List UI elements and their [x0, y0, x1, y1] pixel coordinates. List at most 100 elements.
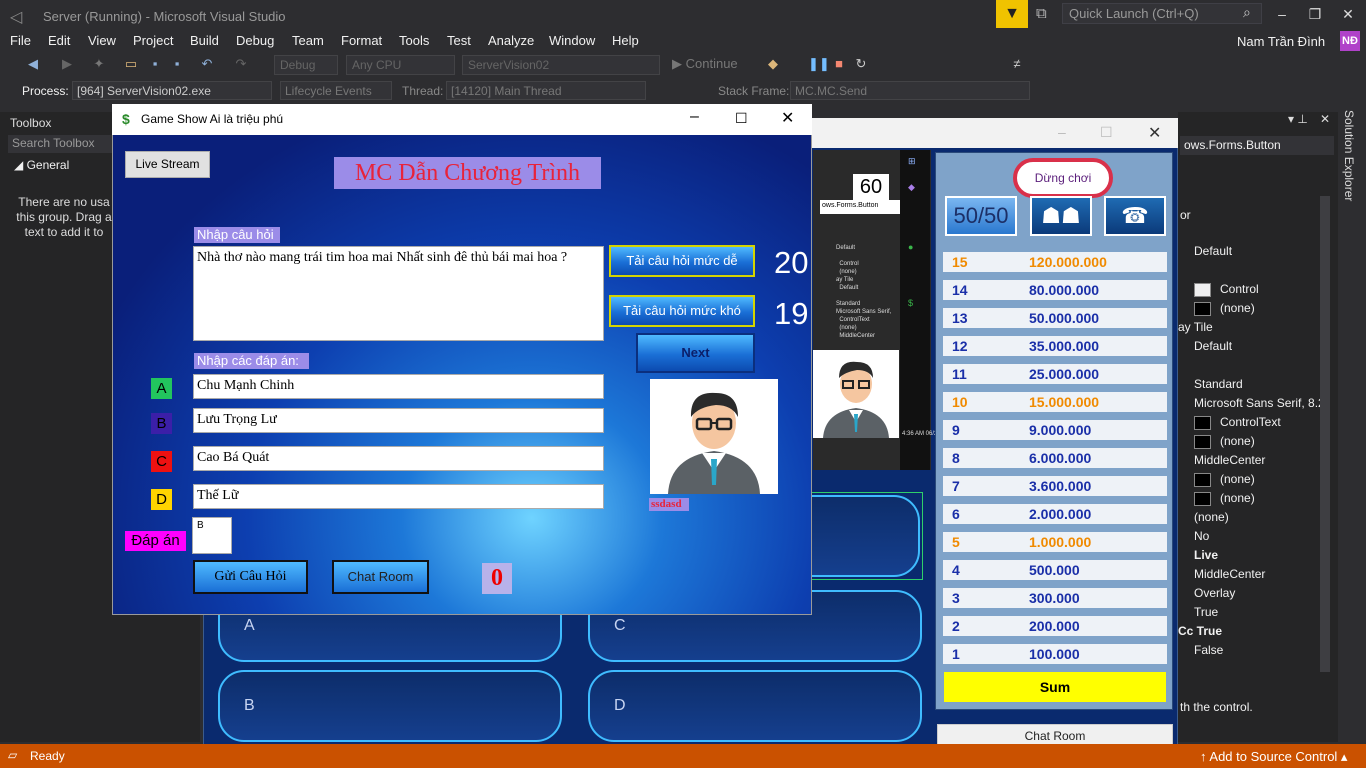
correct-answer-input[interactable]: B: [192, 517, 232, 554]
save-all-icon[interactable]: ▪: [168, 56, 186, 74]
question-input[interactable]: Nhà thơ nào mang trái tim hoa mai Nhất s…: [193, 246, 604, 341]
code-map-icon[interactable]: ≠: [1008, 56, 1026, 74]
solution-explorer-tab[interactable]: Solution Explorer: [1342, 110, 1356, 201]
load-hard-questions-button[interactable]: Tải câu hỏi mức khó: [609, 295, 755, 327]
undo-icon[interactable]: ↶: [198, 56, 216, 74]
toolbox-group-general[interactable]: ◢ General: [14, 158, 69, 172]
quick-launch-input[interactable]: Quick Launch (Ctrl+Q): [1062, 3, 1262, 24]
load-easy-questions-button[interactable]: Tải câu hỏi mức dễ: [609, 245, 755, 277]
property-value[interactable]: Control: [1220, 282, 1350, 296]
property-value[interactable]: MiddleCenter: [1194, 567, 1324, 581]
feedback-icon[interactable]: ⧉: [1036, 5, 1054, 23]
menu-view[interactable]: View: [88, 33, 116, 48]
solution-configuration-select[interactable]: Debug: [274, 55, 338, 75]
search-icon[interactable]: ⌕: [1243, 4, 1251, 21]
restore-icon[interactable]: ❐: [1305, 6, 1325, 24]
option-a-input[interactable]: Chu Mạnh Chinh: [193, 374, 604, 399]
startup-project-select[interactable]: ServerVision02: [462, 55, 660, 75]
menu-debug[interactable]: Debug: [236, 33, 274, 48]
property-value[interactable]: Live: [1194, 548, 1324, 562]
property-value[interactable]: or: [1180, 208, 1310, 222]
properties-close-icon[interactable]: ✕: [1320, 112, 1330, 126]
signed-in-user[interactable]: Nam Trần Đình: [1237, 34, 1325, 49]
preview-vs-icon: ◆: [908, 182, 915, 192]
lifeline-phone-friend-icon[interactable]: ☎: [1104, 196, 1166, 236]
pin-icon[interactable]: ▾ ⊥: [1288, 112, 1308, 126]
property-value[interactable]: Default: [1194, 244, 1324, 258]
continue-button[interactable]: ▶ Continue: [672, 56, 738, 72]
ladder-level: 3: [952, 590, 960, 606]
lifeline-ask-audience-icon[interactable]: ☗☗: [1030, 196, 1092, 236]
option-d-input[interactable]: Thế Lữ: [193, 484, 604, 509]
board-maximize-icon[interactable]: ☐: [1100, 124, 1113, 141]
menu-format[interactable]: Format: [341, 33, 382, 48]
property-value[interactable]: ControlText: [1220, 415, 1350, 429]
option-c-input[interactable]: Cao Bá Quát: [193, 446, 604, 471]
lifeline-fifty-fifty[interactable]: 50/50: [945, 196, 1017, 236]
lifecycle-events-select[interactable]: Lifecycle Events: [280, 81, 392, 100]
thread-select[interactable]: [14120] Main Thread: [446, 81, 646, 100]
property-value[interactable]: (none): [1194, 510, 1324, 524]
stop-playing-button[interactable]: Dừng chơi: [1013, 158, 1113, 198]
menu-team[interactable]: Team: [292, 33, 324, 48]
menu-test[interactable]: Test: [447, 33, 471, 48]
property-value[interactable]: ay Tile: [1178, 320, 1308, 334]
send-question-button[interactable]: Gửi Câu Hỏi: [193, 560, 308, 594]
process-select[interactable]: [964] ServerVision02.exe: [72, 81, 272, 100]
ladder-row: 13 50.000.000: [943, 308, 1167, 328]
property-value[interactable]: (none): [1220, 301, 1350, 315]
stack-frame-select[interactable]: MC.MC.Send: [790, 81, 1030, 100]
next-button[interactable]: Next: [636, 333, 755, 373]
option-b-input[interactable]: Lưu Trọng Lư: [193, 408, 604, 433]
property-value[interactable]: Microsoft Sans Serif, 8.2: [1194, 396, 1324, 410]
property-value[interactable]: No: [1194, 529, 1324, 543]
mc-maximize-icon[interactable]: ☐: [735, 110, 748, 127]
stop-icon[interactable]: ■: [830, 56, 848, 74]
property-value[interactable]: Overlay: [1194, 586, 1324, 600]
properties-scrollbar[interactable]: [1320, 196, 1330, 672]
mc-close-icon[interactable]: ✕: [781, 108, 794, 128]
restart-icon[interactable]: ↻: [852, 56, 870, 74]
attach-icon[interactable]: ◆: [764, 56, 782, 74]
property-value[interactable]: (none): [1220, 472, 1350, 486]
menu-window[interactable]: Window: [549, 33, 595, 48]
pause-icon[interactable]: ❚❚: [808, 56, 830, 74]
property-value[interactable]: True: [1194, 605, 1324, 619]
sum-button[interactable]: Sum: [944, 672, 1166, 702]
redo-icon[interactable]: ↷: [232, 56, 250, 74]
chat-room-button[interactable]: Chat Room: [332, 560, 429, 594]
open-folder-icon[interactable]: ▭: [122, 56, 140, 74]
property-value[interactable]: MiddleCenter: [1194, 453, 1324, 467]
menu-build[interactable]: Build: [190, 33, 219, 48]
property-value[interactable]: (none): [1220, 491, 1350, 505]
menu-analyze[interactable]: Analyze: [488, 33, 534, 48]
property-value[interactable]: (none): [1220, 434, 1350, 448]
notifications-filter-icon[interactable]: ▼: [996, 0, 1028, 28]
properties-object-select[interactable]: ows.Forms.Button: [1180, 136, 1334, 155]
menu-edit[interactable]: Edit: [48, 33, 70, 48]
answer-option-d[interactable]: D: [588, 670, 922, 742]
answer-option-b[interactable]: B: [218, 670, 562, 742]
menu-help[interactable]: Help: [612, 33, 639, 48]
property-value[interactable]: False: [1194, 643, 1324, 657]
property-value[interactable]: Default: [1194, 339, 1324, 353]
new-project-icon[interactable]: ✦: [90, 56, 108, 74]
menu-project[interactable]: Project: [133, 33, 173, 48]
property-value[interactable]: Standard: [1194, 377, 1324, 391]
live-stream-button[interactable]: Live Stream: [125, 151, 210, 178]
menu-tools[interactable]: Tools: [399, 33, 429, 48]
property-value[interactable]: Cc True: [1178, 624, 1308, 638]
navigate-forward-icon[interactable]: ▶: [58, 56, 76, 74]
board-minimize-icon[interactable]: –: [1058, 124, 1066, 140]
close-icon[interactable]: ✕: [1338, 6, 1358, 24]
menu-file[interactable]: File: [10, 33, 31, 48]
mc-minimize-icon[interactable]: –: [690, 108, 699, 126]
minimize-icon[interactable]: –: [1272, 6, 1292, 24]
user-avatar[interactable]: NĐ: [1340, 31, 1360, 51]
add-to-source-control[interactable]: ↑ Add to Source Control ▴: [1200, 749, 1347, 765]
navigate-back-icon[interactable]: ◀: [24, 56, 42, 74]
save-icon[interactable]: ▪: [146, 56, 164, 74]
board-close-icon[interactable]: ✕: [1148, 123, 1161, 143]
board-chat-room-button[interactable]: Chat Room: [937, 724, 1173, 746]
solution-platform-select[interactable]: Any CPU: [346, 55, 455, 75]
